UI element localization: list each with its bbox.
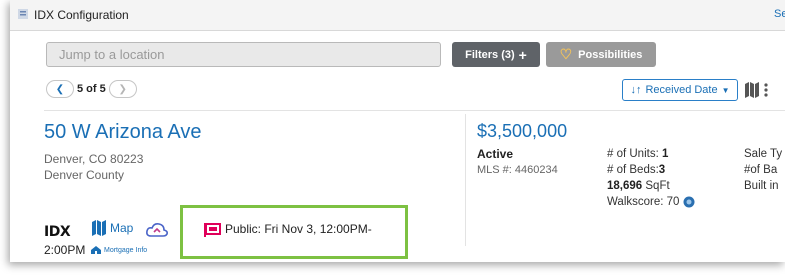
column-divider [465,114,466,246]
result-count: 5 of 5 [77,83,106,95]
chevron-left-icon: ❮ [55,83,65,95]
listing-city-line: Denver, CO 80223 [44,152,144,166]
sort-label: Received Date [645,84,718,96]
grid-view-icon[interactable] [763,82,777,98]
app-icon [18,9,28,19]
plus-icon: + [518,46,527,63]
walkscore-detail: Walkscore: 70 [607,196,695,208]
baths-detail: #of Ba [744,164,778,176]
map-link[interactable]: Map [92,220,133,236]
possibilities-label: Possibilities [578,48,643,61]
idx-window: IDX Configuration Se Filters (3) + ♡ Pos… [10,0,785,262]
mls-number: 4460234 [514,164,558,176]
open-house-end-time: 2:00PM [44,243,86,257]
sale-type-detail: Sale Ty [744,148,783,160]
filters-label: Filters (3) [465,48,515,61]
chevron-right-icon: ❯ [118,83,127,95]
result-pager: ❮ 5 of 5 ❯ [46,79,137,99]
sort-dropdown[interactable]: ↓↑ Received Date ▼ [622,79,738,101]
walkscore-label: Walkscore: [607,196,664,209]
caret-down-icon: ▼ [721,85,730,95]
sqft-detail: 18,696 SqFt [607,180,670,192]
beds-value: 3 [658,164,666,176]
beds-detail: # of Beds:3 [607,164,665,176]
walkscore-info-icon[interactable] [683,196,695,208]
map-view-icon[interactable] [745,82,759,98]
units-detail: # of Units: 1 [607,148,668,160]
window-titlebar: IDX Configuration Se [10,0,785,31]
possibilities-button[interactable]: ♡ Possibilities [546,42,656,67]
sqft-label: SqFt [645,180,670,192]
walkscore-value: 70 [666,196,680,209]
next-result-button[interactable]: ❯ [108,80,137,98]
heart-icon: ♡ [559,46,573,62]
previous-result-button[interactable]: ❮ [46,80,74,98]
filters-button[interactable]: Filters (3) + [452,42,540,67]
listing-price: $3,500,000 [477,121,568,141]
sqft-value: 18,696 [607,180,643,192]
divider [44,110,785,111]
units-value: 1 [661,148,669,160]
listing-address-link[interactable]: 50 W Arizona Ave [44,121,202,144]
beds-label: # of Beds: [607,164,659,176]
sort-icon: ↓↑ [630,84,642,96]
window-title: IDX Configuration [34,8,129,22]
mortgage-info-link[interactable]: Mortgage Info [90,245,147,255]
window-top-link[interactable]: Se [774,8,785,20]
listing-county: Denver County [44,168,125,182]
map-icon [92,220,106,236]
listing-status: Active [477,147,514,161]
cloud-sync-icon[interactable] [145,221,169,239]
map-label: Map [110,221,134,235]
open-house-highlight-box [180,205,408,259]
built-in-detail: Built in [744,180,779,192]
mortgage-label: Mortgage Info [104,246,148,254]
mortgage-icon [91,246,101,254]
units-label: # of Units: [607,148,659,160]
listing-mls: MLS #: 4460234 [477,164,558,176]
location-search-input[interactable] [46,42,441,67]
idx-logo: IDX [44,224,71,240]
mls-label: MLS #: [477,164,512,176]
